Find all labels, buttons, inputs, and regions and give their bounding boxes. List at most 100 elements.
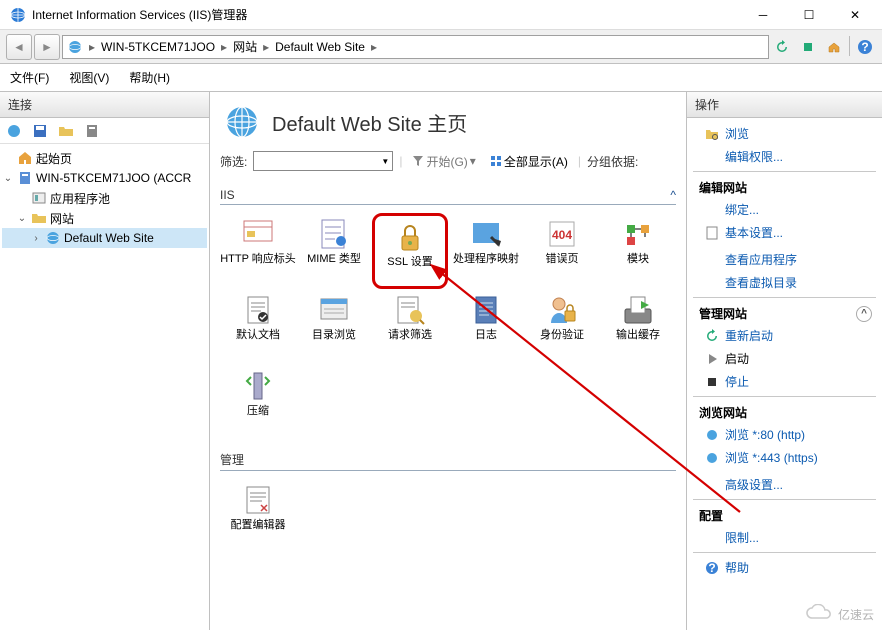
actions-panel: 操作 浏览 编辑权限... 编辑网站 绑定... 基本设置... 查看应用程序 … — [687, 92, 882, 630]
refresh-icon[interactable] — [771, 36, 793, 58]
action-stop[interactable]: 停止 — [687, 370, 882, 393]
connections-header: 连接 — [0, 92, 209, 118]
feature-auth[interactable]: 身份验证 — [524, 289, 600, 365]
tree-default-web-site[interactable]: › Default Web Site — [2, 228, 207, 248]
minimize-button[interactable]: ─ — [740, 0, 786, 30]
browse-icon — [705, 451, 719, 465]
action-explore[interactable]: 浏览 — [687, 122, 882, 145]
nav-forward-button[interactable]: ► — [34, 34, 60, 60]
request-filter-icon — [393, 293, 427, 327]
action-advanced[interactable]: 高级设置... — [687, 473, 882, 496]
http-headers-icon — [241, 217, 275, 251]
feature-handlers[interactable]: 处理程序映射 — [448, 213, 524, 289]
tree-app-pools[interactable]: 应用程序池 — [2, 188, 207, 208]
menu-help[interactable]: 帮助(H) — [125, 67, 174, 88]
feature-label: 身份验证 — [540, 329, 584, 342]
menu-view[interactable]: 视图(V) — [65, 67, 113, 88]
mime-types-icon — [317, 217, 351, 251]
svg-text:?: ? — [708, 561, 715, 575]
handlers-icon — [469, 217, 503, 251]
stop-icon[interactable] — [797, 36, 819, 58]
feature-ssl-settings[interactable]: SSL 设置 — [372, 213, 448, 289]
connections-toolbar — [0, 118, 209, 144]
feature-default-doc[interactable]: 默认文档 — [220, 289, 296, 365]
menu-bar: 文件(F) 视图(V) 帮助(H) — [0, 64, 882, 92]
tree-start-page[interactable]: 起始页 — [2, 148, 207, 168]
feature-error-pages[interactable]: 404错误页 — [524, 213, 600, 289]
title-bar: Internet Information Services (IIS)管理器 ─… — [0, 0, 882, 30]
feature-label: 处理程序映射 — [453, 253, 519, 266]
tree-server[interactable]: ⌄ WIN-5TKCEM71JOO (ACCR — [2, 168, 207, 188]
feature-compression[interactable]: 压缩 — [220, 365, 296, 441]
feature-label: 模块 — [627, 253, 649, 266]
home-icon — [17, 150, 33, 166]
restart-icon — [705, 329, 719, 343]
auth-icon — [545, 293, 579, 327]
connections-tree[interactable]: 起始页 ⌄ WIN-5TKCEM71JOO (ACCR 应用程序池 ⌄ 网站 ›… — [0, 144, 209, 252]
breadcrumb-server[interactable]: WIN-5TKCEM71JOO — [101, 40, 215, 54]
feature-label: 输出缓存 — [616, 329, 660, 342]
section-configure: 配置 — [687, 503, 882, 526]
help-icon[interactable]: ? — [854, 36, 876, 58]
browse-icon — [705, 428, 719, 442]
tree-sites[interactable]: ⌄ 网站 — [2, 208, 207, 228]
help-icon: ? — [705, 561, 719, 575]
action-start[interactable]: 启动 — [687, 347, 882, 370]
play-icon — [705, 352, 719, 366]
home-icon[interactable] — [823, 36, 845, 58]
action-browse-80[interactable]: 浏览 *:80 (http) — [687, 423, 882, 446]
default-doc-icon — [241, 293, 275, 327]
chevron-up-icon[interactable]: ^ — [670, 188, 676, 202]
feature-label: 默认文档 — [236, 329, 280, 342]
feature-http-headers[interactable]: HTTP 响应标头 — [220, 213, 296, 289]
group-mgmt-header[interactable]: 管理 — [220, 449, 676, 471]
feature-output-cache[interactable]: 输出缓存 — [600, 289, 676, 365]
svg-text:?: ? — [861, 40, 868, 54]
section-browse-site: 浏览网站 — [687, 400, 882, 423]
breadcrumb[interactable]: ▸ WIN-5TKCEM71JOO ▸ 网站 ▸ Default Web Sit… — [62, 35, 769, 59]
apppool-icon — [31, 190, 47, 206]
action-help[interactable]: ?帮助 — [687, 556, 882, 579]
action-limits[interactable]: 限制... — [687, 526, 882, 549]
document-icon — [705, 226, 719, 240]
error-pages-icon: 404 — [545, 217, 579, 251]
nav-back-button[interactable]: ◄ — [6, 34, 32, 60]
action-restart[interactable]: 重新启动 — [687, 324, 882, 347]
globe-icon — [67, 39, 83, 55]
connect-icon[interactable] — [6, 123, 22, 139]
feature-label: HTTP 响应标头 — [220, 253, 296, 266]
collapse-icon[interactable]: ^ — [856, 306, 872, 322]
feature-mime-types[interactable]: MIME 类型 — [296, 213, 372, 289]
output-cache-icon — [621, 293, 655, 327]
breadcrumb-sites[interactable]: 网站 — [233, 38, 257, 55]
save-icon[interactable] — [32, 123, 48, 139]
maximize-button[interactable]: ☐ — [786, 0, 832, 30]
action-edit-permissions[interactable]: 编辑权限... — [687, 145, 882, 168]
feature-label: MIME 类型 — [307, 253, 361, 266]
connections-panel: 连接 起始页 ⌄ WIN-5TKCEM71JOO (ACCR 应用程序池 — [0, 92, 210, 630]
action-bindings[interactable]: 绑定... — [687, 198, 882, 221]
action-view-vdirs[interactable]: 查看虚拟目录 — [687, 271, 882, 294]
close-button[interactable]: ✕ — [832, 0, 878, 30]
feature-modules[interactable]: 模块 — [600, 213, 676, 289]
breadcrumb-site[interactable]: Default Web Site — [275, 40, 365, 54]
folder-icon[interactable] — [58, 123, 74, 139]
svg-text:404: 404 — [552, 228, 572, 242]
address-bar: ◄ ► ▸ WIN-5TKCEM71JOO ▸ 网站 ▸ Default Web… — [0, 30, 882, 64]
action-view-apps[interactable]: 查看应用程序 — [687, 248, 882, 271]
feature-request-filter[interactable]: 请求筛选 — [372, 289, 448, 365]
server-icon[interactable] — [84, 123, 100, 139]
action-browse-443[interactable]: 浏览 *:443 (https) — [687, 446, 882, 469]
folder-explore-icon — [705, 127, 719, 141]
feature-label: 压缩 — [247, 405, 269, 418]
feature-dir-browse[interactable]: 目录浏览 — [296, 289, 372, 365]
feature-label: 目录浏览 — [312, 329, 356, 342]
group-iis-header[interactable]: IIS^ — [220, 186, 676, 205]
ssl-settings-icon — [393, 220, 427, 254]
content-panel: Default Web Site 主页 筛选: ▼ | 开始(G) ▾ 全部显示… — [210, 92, 687, 630]
feature-logging[interactable]: 日志 — [448, 289, 524, 365]
feature-label: 日志 — [475, 329, 497, 342]
action-basic-settings[interactable]: 基本设置... — [687, 221, 882, 244]
menu-file[interactable]: 文件(F) — [6, 67, 53, 88]
feature-config-editor[interactable]: 配置编辑器 — [220, 479, 296, 555]
